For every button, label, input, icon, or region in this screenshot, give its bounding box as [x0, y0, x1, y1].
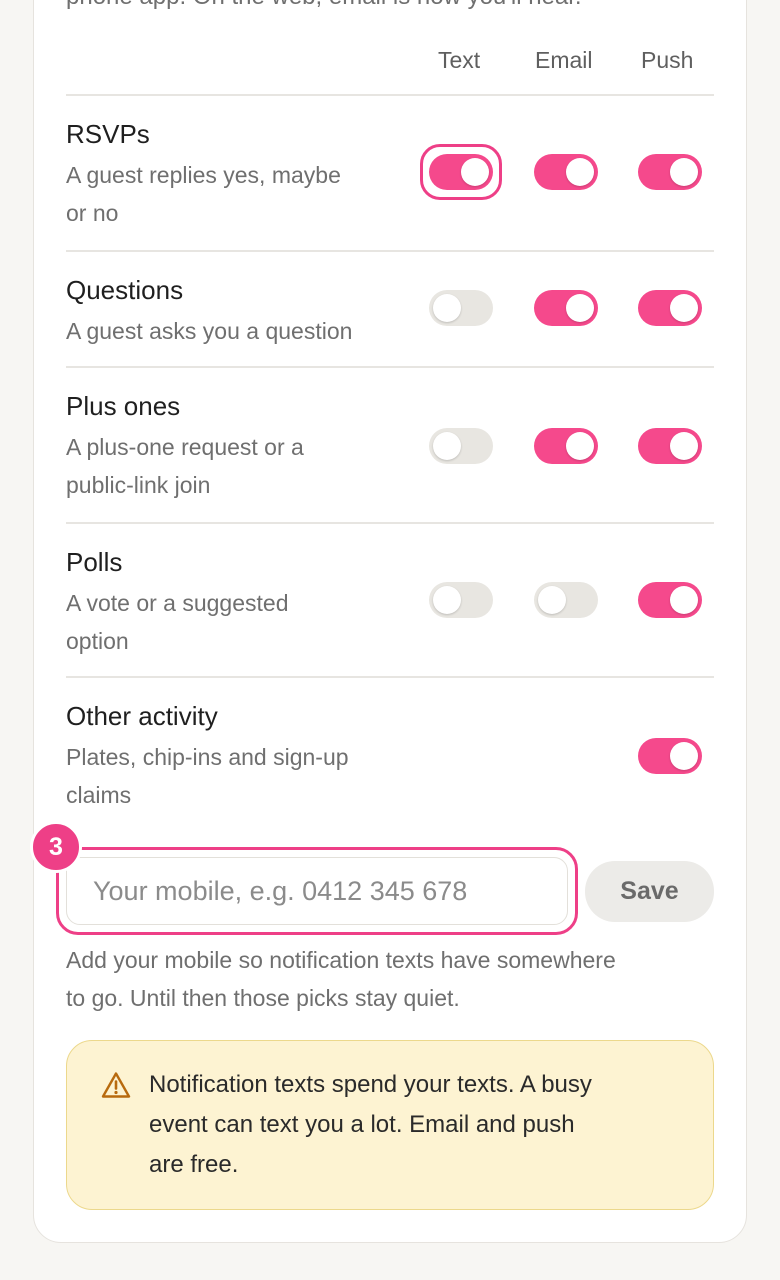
- row-title-questions: Questions: [66, 275, 184, 305]
- warning-line-3: are free.: [149, 1151, 239, 1178]
- row-title-polls: Polls: [66, 547, 123, 577]
- toggle-rsvps-text[interactable]: [429, 154, 493, 190]
- warning-text: Notification texts spend your texts. A b…: [149, 1065, 689, 1185]
- row-title-rsvps: RSVPs: [66, 119, 150, 149]
- toggle-knob: [670, 432, 698, 460]
- toggle-polls-text[interactable]: [429, 582, 493, 618]
- row-desc-other-activity-line1: Plates, chip-ins and sign-up: [66, 744, 349, 770]
- toggle-plus-ones-push[interactable]: [638, 428, 702, 464]
- toggle-knob: [433, 294, 461, 322]
- toggle-knob: [670, 294, 698, 322]
- toggle-rsvps-email[interactable]: [534, 154, 598, 190]
- toggle-plus-ones-email[interactable]: [534, 428, 598, 464]
- row-desc-rsvps-line1: A guest replies yes, maybe: [66, 162, 341, 188]
- toggle-knob: [566, 158, 594, 186]
- divider: [66, 676, 714, 678]
- column-header-push: Push: [641, 47, 694, 73]
- help-line-1: Add your mobile so notification texts ha…: [66, 947, 616, 973]
- toggle-polls-push[interactable]: [638, 582, 702, 618]
- row-desc-questions: A guest asks you a question: [66, 318, 353, 344]
- toggle-knob: [566, 294, 594, 322]
- toggle-knob: [670, 586, 698, 614]
- row-desc-plus-ones-line2: public-link join: [66, 472, 211, 498]
- divider: [66, 366, 714, 368]
- toggle-rsvps-push[interactable]: [638, 154, 702, 190]
- toggle-knob: [461, 158, 489, 186]
- toggle-plus-ones-text[interactable]: [429, 428, 493, 464]
- divider: [66, 522, 714, 524]
- row-desc-rsvps-line2: or no: [66, 200, 119, 226]
- column-header-email: Email: [535, 47, 593, 73]
- warning-triangle-icon: [101, 1072, 131, 1098]
- row-title-other-activity: Other activity: [66, 701, 218, 731]
- help-line-2: to go. Until then those picks stay quiet…: [66, 985, 460, 1011]
- toggle-knob: [670, 742, 698, 770]
- texts-cost-warning: Notification texts spend your texts. A b…: [66, 1040, 714, 1210]
- toggle-knob: [433, 432, 461, 460]
- toggle-knob: [670, 158, 698, 186]
- toggle-other-activity-push[interactable]: [638, 738, 702, 774]
- toggle-knob: [566, 432, 594, 460]
- column-header-text: Text: [438, 47, 481, 73]
- divider: [66, 94, 714, 96]
- row-desc-polls-line2: option: [66, 628, 129, 654]
- toggle-knob: [538, 586, 566, 614]
- toggle-questions-text[interactable]: [429, 290, 493, 326]
- warning-line-1: Notification texts spend your texts. A b…: [149, 1071, 592, 1098]
- toggle-questions-email[interactable]: [534, 290, 598, 326]
- step-badge: 3: [30, 821, 82, 873]
- divider: [66, 250, 714, 252]
- toggle-knob: [433, 586, 461, 614]
- row-title-plus-ones: Plus ones: [66, 391, 181, 421]
- warning-line-2: event can text you a lot. Email and push: [149, 1111, 575, 1138]
- save-button[interactable]: Save: [585, 861, 714, 922]
- intro-text: phone app. On the web, email is how you'…: [66, 0, 582, 14]
- toggle-questions-push[interactable]: [638, 290, 702, 326]
- row-desc-other-activity-line2: claims: [66, 782, 132, 808]
- mobile-number-input[interactable]: [66, 857, 568, 925]
- toggle-polls-email[interactable]: [534, 582, 598, 618]
- row-desc-plus-ones-line1: A plus-one request or a: [66, 434, 304, 460]
- mobile-help-text: Add your mobile so notification texts ha…: [66, 941, 716, 1017]
- row-desc-polls-line1: A vote or a suggested: [66, 590, 289, 616]
